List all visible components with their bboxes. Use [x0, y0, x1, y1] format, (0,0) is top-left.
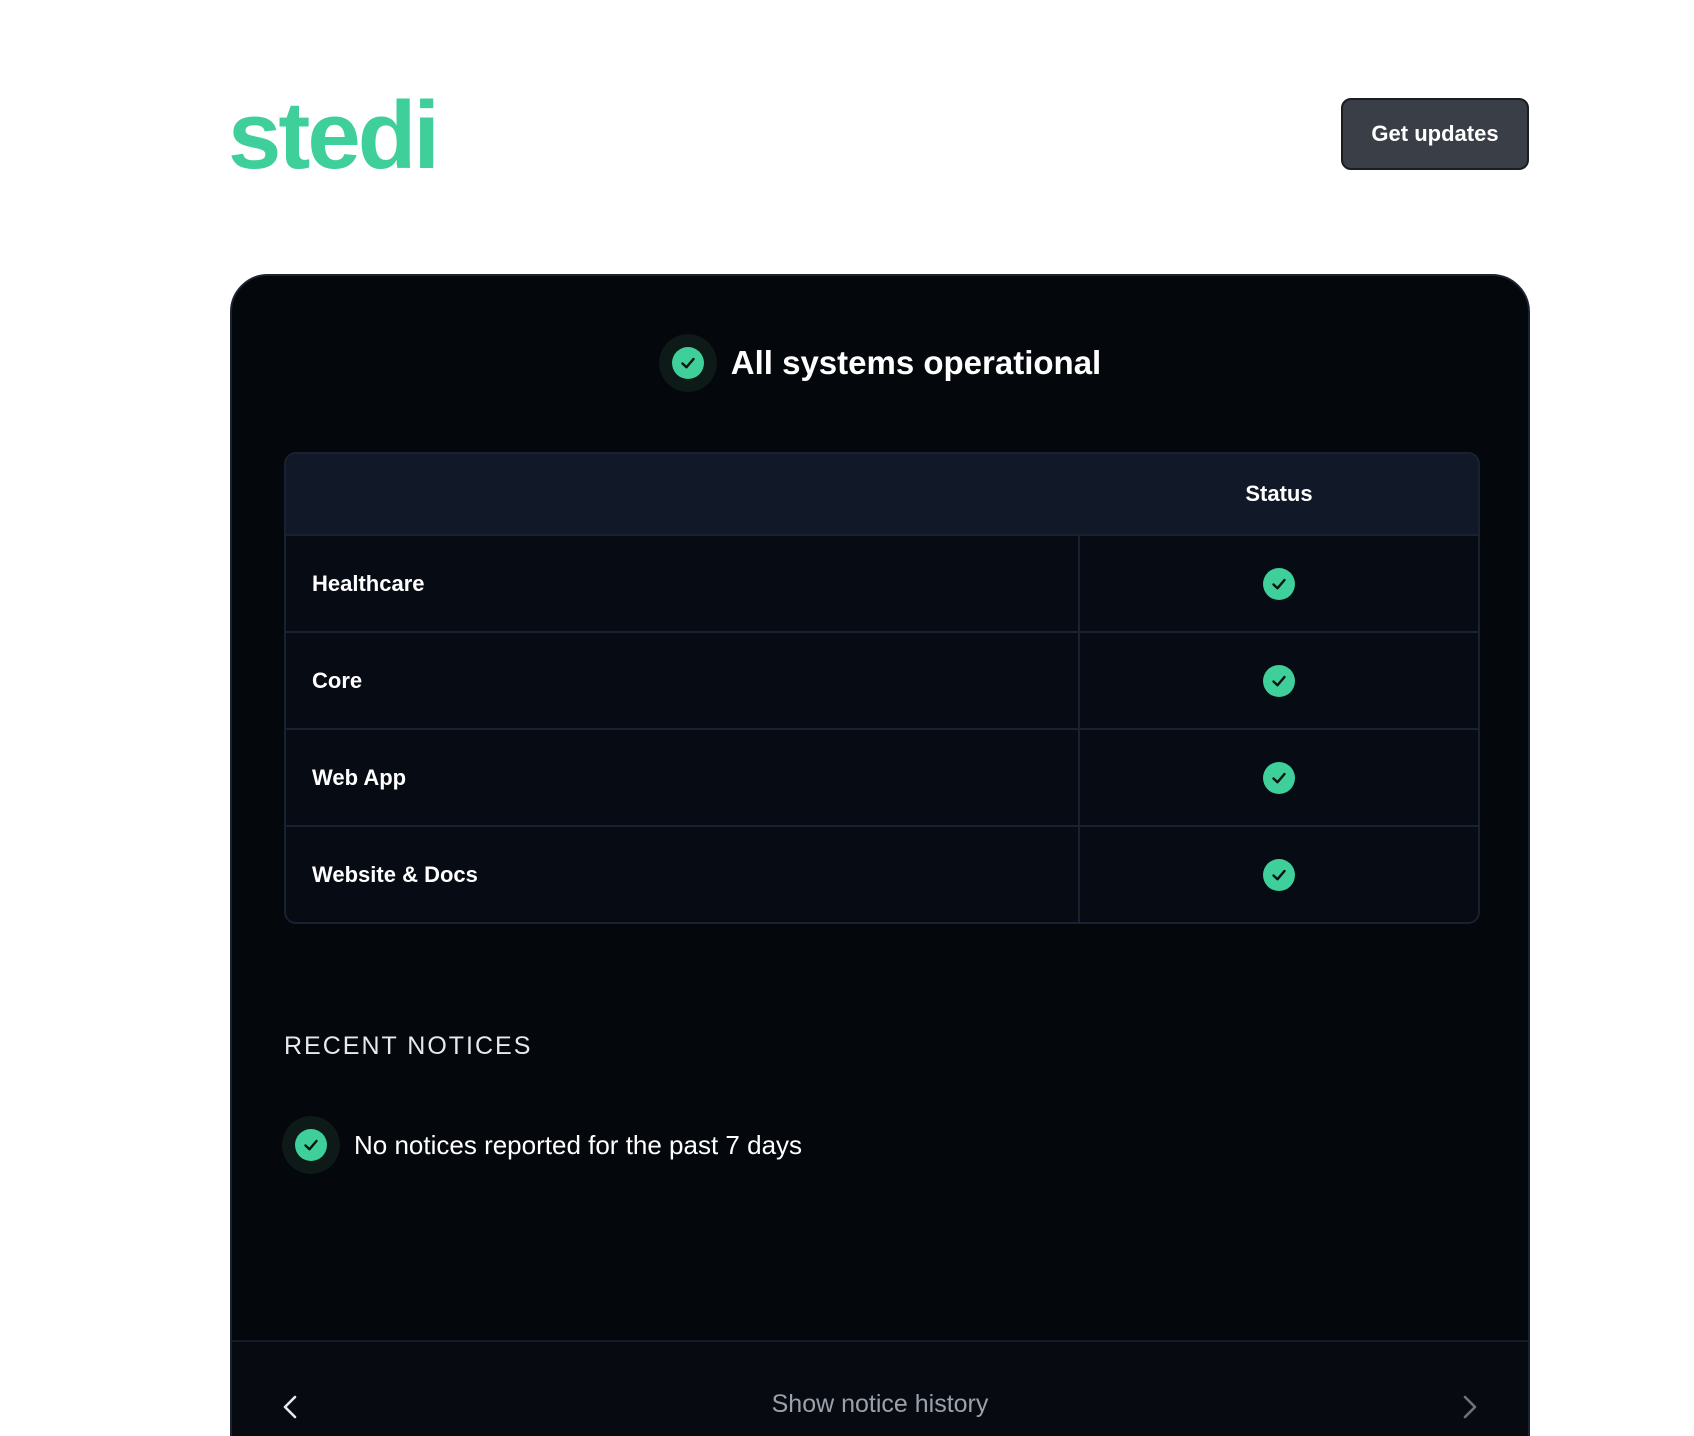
recent-notices-heading: RECENT NOTICES — [284, 1032, 533, 1060]
get-updates-button[interactable]: Get updates — [1341, 98, 1529, 170]
component-status — [1080, 536, 1478, 631]
table-row[interactable]: Core — [286, 631, 1478, 728]
table-row[interactable]: Website & Docs — [286, 825, 1478, 922]
overall-status: All systems operational — [232, 334, 1528, 392]
component-status — [1080, 827, 1478, 922]
overall-status-text: All systems operational — [730, 344, 1102, 381]
status-column-header: Status — [1245, 481, 1313, 506]
component-name: Web App — [286, 730, 1080, 825]
notice-status-badge — [282, 1116, 340, 1174]
table-header: Status — [286, 454, 1478, 534]
check-circle-icon — [1263, 761, 1295, 794]
table-row[interactable]: Healthcare — [286, 534, 1478, 631]
component-name: Website & Docs — [286, 827, 1080, 922]
component-column-header — [286, 454, 1080, 534]
check-circle-icon — [1263, 858, 1295, 891]
component-name: Healthcare — [286, 536, 1080, 631]
stedi-logo[interactable]: stedi — [228, 88, 440, 184]
status-page: stedi Get updates All systems operationa… — [0, 0, 1694, 1436]
overall-status-badge — [658, 334, 717, 392]
status-card: All systems operational Status Healthcar… — [230, 274, 1530, 1436]
component-name: Core — [286, 633, 1080, 728]
show-notice-history-link[interactable]: Show notice history — [232, 1390, 1528, 1419]
no-notices-message: No notices reported for the past 7 days — [282, 1116, 802, 1174]
component-status — [1080, 730, 1478, 825]
check-circle-icon — [1263, 567, 1295, 600]
check-circle-icon — [671, 347, 704, 379]
components-table: Status Healthcare Core Web App Website &… — [284, 452, 1480, 924]
component-status — [1080, 633, 1478, 728]
table-row[interactable]: Web App — [286, 728, 1478, 825]
notice-history-bar: Show notice history — [232, 1340, 1528, 1436]
check-circle-icon — [1263, 664, 1295, 697]
chevron-right-icon[interactable] — [1454, 1392, 1484, 1422]
no-notices-text: No notices reported for the past 7 days — [354, 1129, 803, 1160]
check-circle-icon — [295, 1129, 327, 1161]
